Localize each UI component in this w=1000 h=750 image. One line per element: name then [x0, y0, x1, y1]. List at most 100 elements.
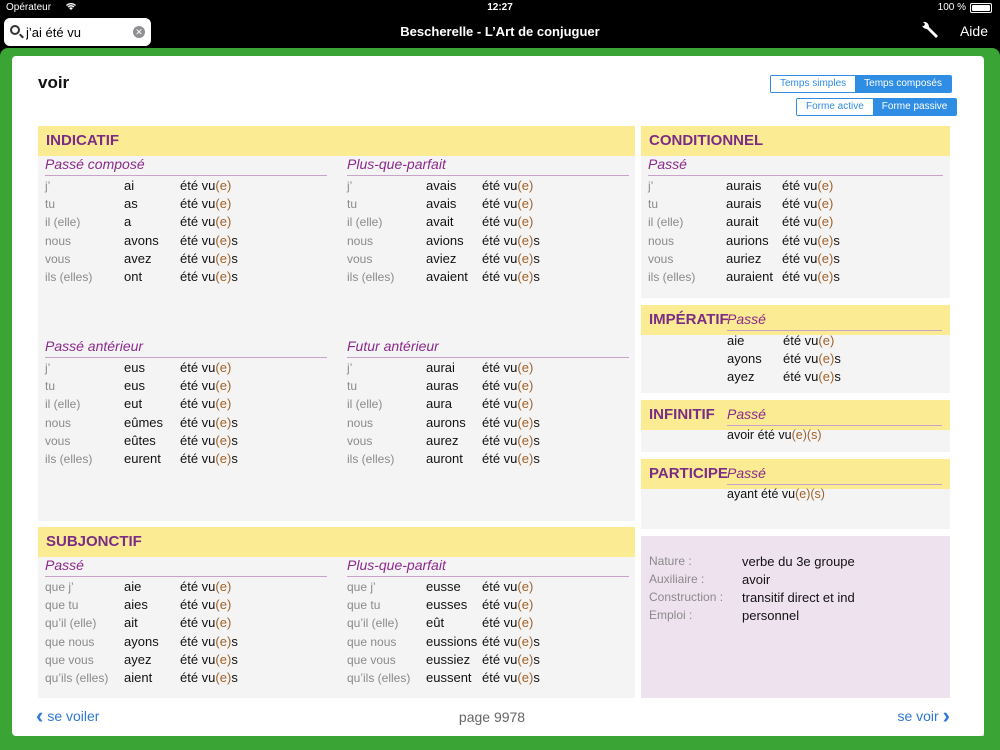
auxiliary: aurons — [426, 414, 466, 430]
participle: été vu(e)s — [180, 651, 238, 669]
conjugation-row: j’ eus été vu(e) — [45, 359, 327, 377]
subjonctif-panel: SUBJONCTIF Passé que j’ aie été vu(e) que tu… — [38, 527, 635, 698]
agreement-s: s — [834, 369, 841, 385]
pronoun: tu — [347, 197, 358, 212]
auxiliary: a — [124, 214, 132, 230]
participle-stem: été vu — [180, 432, 216, 448]
participle: été vu(e) — [782, 195, 833, 213]
agreement-s: s — [533, 669, 540, 685]
participle-stem: été vu — [482, 232, 518, 248]
conjugation-row: aie été vu(e) — [727, 332, 942, 350]
settings-wrench-icon[interactable] — [918, 20, 940, 42]
participle-stem: été vu — [782, 232, 818, 248]
participle: été vu(e) — [782, 177, 833, 195]
conjugation-row: tu auras été vu(e) — [347, 377, 629, 395]
auxiliary: auras — [426, 378, 459, 394]
participle: été vu(e)s — [180, 633, 238, 651]
conjugation-row: que vous eussiez été vu(e)s — [347, 651, 629, 669]
participle: été vu(e) — [482, 177, 533, 195]
conjugation-row: qu’il (elle) ait été vu(e) — [45, 614, 327, 632]
search-input[interactable] — [26, 21, 131, 43]
page-number: page 9978 — [458, 709, 526, 725]
auxiliary: avez — [124, 250, 152, 266]
participle-stem: été vu — [180, 178, 216, 193]
pronoun: nous — [45, 233, 72, 248]
verb-title: voir — [38, 73, 70, 92]
participle: été vu(e) — [180, 213, 231, 231]
infinitif-title: INFINITIF — [649, 406, 715, 423]
agreement-e: (e) — [517, 669, 534, 685]
agreement-e: (e) — [517, 250, 534, 266]
agreement-e: (e) — [517, 414, 534, 430]
agreement-e: (e) — [817, 178, 834, 193]
conjugation-row: que nous eussions été vu(e)s — [347, 633, 629, 651]
tense-name: Passé — [45, 557, 327, 577]
indicatif-header: INDICATIF — [38, 126, 635, 156]
imperatif-rows: aie été vu(e) ayons été vu(e)s ayez été vu(e)… — [727, 332, 942, 387]
auxiliary: aie — [124, 579, 142, 594]
forme-active-segment[interactable]: Forme active — [797, 99, 873, 115]
agreement-s: s — [533, 268, 540, 284]
tense-block: Passé composé j’ ai été vu(e) tu as été vu(e) i… — [45, 156, 327, 286]
participle: été vu(e) — [482, 359, 533, 377]
infinitif-text: avoir été vu — [727, 428, 792, 442]
clear-search-icon[interactable]: ✕ — [133, 26, 145, 38]
conjugation-row: tu aurais été vu(e) — [648, 195, 943, 213]
search-field[interactable]: ✕ — [4, 18, 151, 46]
agreement-e: (e) — [517, 214, 534, 230]
auxiliary: avais — [426, 178, 457, 193]
participle-stem: été vu — [482, 196, 518, 212]
participle: été vu(e) — [482, 596, 533, 614]
tense-name: Plus-que-parfait — [347, 557, 629, 577]
search-icon — [10, 25, 20, 35]
agreement-s: s — [533, 250, 540, 266]
participle-stem: été vu — [180, 633, 216, 649]
conjugation-rows: j’ eus été vu(e) tu eus été vu(e) il (elle) eut… — [45, 359, 327, 468]
agreement-e: (e) — [215, 633, 232, 649]
agreement-e: (e) — [517, 268, 534, 284]
agreement-s: s — [231, 250, 238, 266]
participle-stem: été vu — [180, 396, 216, 412]
clock: 12:27 — [487, 2, 513, 13]
participle: été vu(e) — [482, 578, 533, 596]
participle: été vu(e)s — [482, 432, 540, 450]
participle-stem: été vu — [482, 633, 518, 649]
agreement-e: (e) — [215, 450, 232, 466]
conjugation-row: tu eus été vu(e) — [45, 377, 327, 395]
pronoun: que tu — [45, 598, 79, 613]
participle: été vu(e)s — [180, 414, 238, 432]
conjugation-row: vous eûtes été vu(e)s — [45, 432, 327, 450]
pronoun: ils (elles) — [45, 451, 93, 466]
auxiliary: avions — [426, 232, 464, 248]
auxiliary: aurais — [726, 196, 762, 212]
participle-stem: été vu — [482, 669, 518, 685]
forme-passive-segment[interactable]: Forme passive — [872, 99, 957, 115]
auxiliary: aies — [124, 597, 148, 613]
agreement-s: s — [533, 232, 540, 248]
pronoun: il (elle) — [45, 215, 81, 230]
conjugation-row: qu’il (elle) eût été vu(e) — [347, 614, 629, 632]
temps-simples-segment[interactable]: Temps simples — [771, 76, 856, 92]
pronoun: que nous — [45, 634, 95, 649]
participle-stem: été vu — [782, 268, 818, 284]
pronoun: j’ — [45, 179, 51, 193]
temps-composes-segment[interactable]: Temps composés — [855, 76, 951, 92]
auxiliary: aura — [426, 396, 453, 412]
help-button[interactable]: Aide — [960, 23, 988, 39]
agreement-s: s — [231, 651, 238, 667]
conditionnel-panel: CONDITIONNEL Passé j’ aurais été vu(e) tu aur… — [641, 126, 950, 298]
agreement-s: s — [231, 268, 238, 284]
conjugation-row: il (elle) avait été vu(e) — [347, 213, 629, 231]
agreement-s: s — [533, 432, 540, 448]
auxiliary: aurions — [726, 232, 769, 248]
pronoun: ils (elles) — [648, 269, 696, 284]
info-label: Construction : — [649, 590, 724, 604]
auxiliary: ayez — [124, 651, 152, 667]
participle-stem: été vu — [180, 378, 216, 394]
agreement-s: s — [533, 414, 540, 430]
conjugation-row: que tu eusses été vu(e) — [347, 596, 629, 614]
next-verb-link[interactable]: se voir › — [897, 705, 950, 727]
auxiliary: avaient — [426, 268, 468, 284]
pronoun: il (elle) — [648, 215, 684, 230]
conjugation-row: vous auriez été vu(e)s — [648, 250, 943, 268]
